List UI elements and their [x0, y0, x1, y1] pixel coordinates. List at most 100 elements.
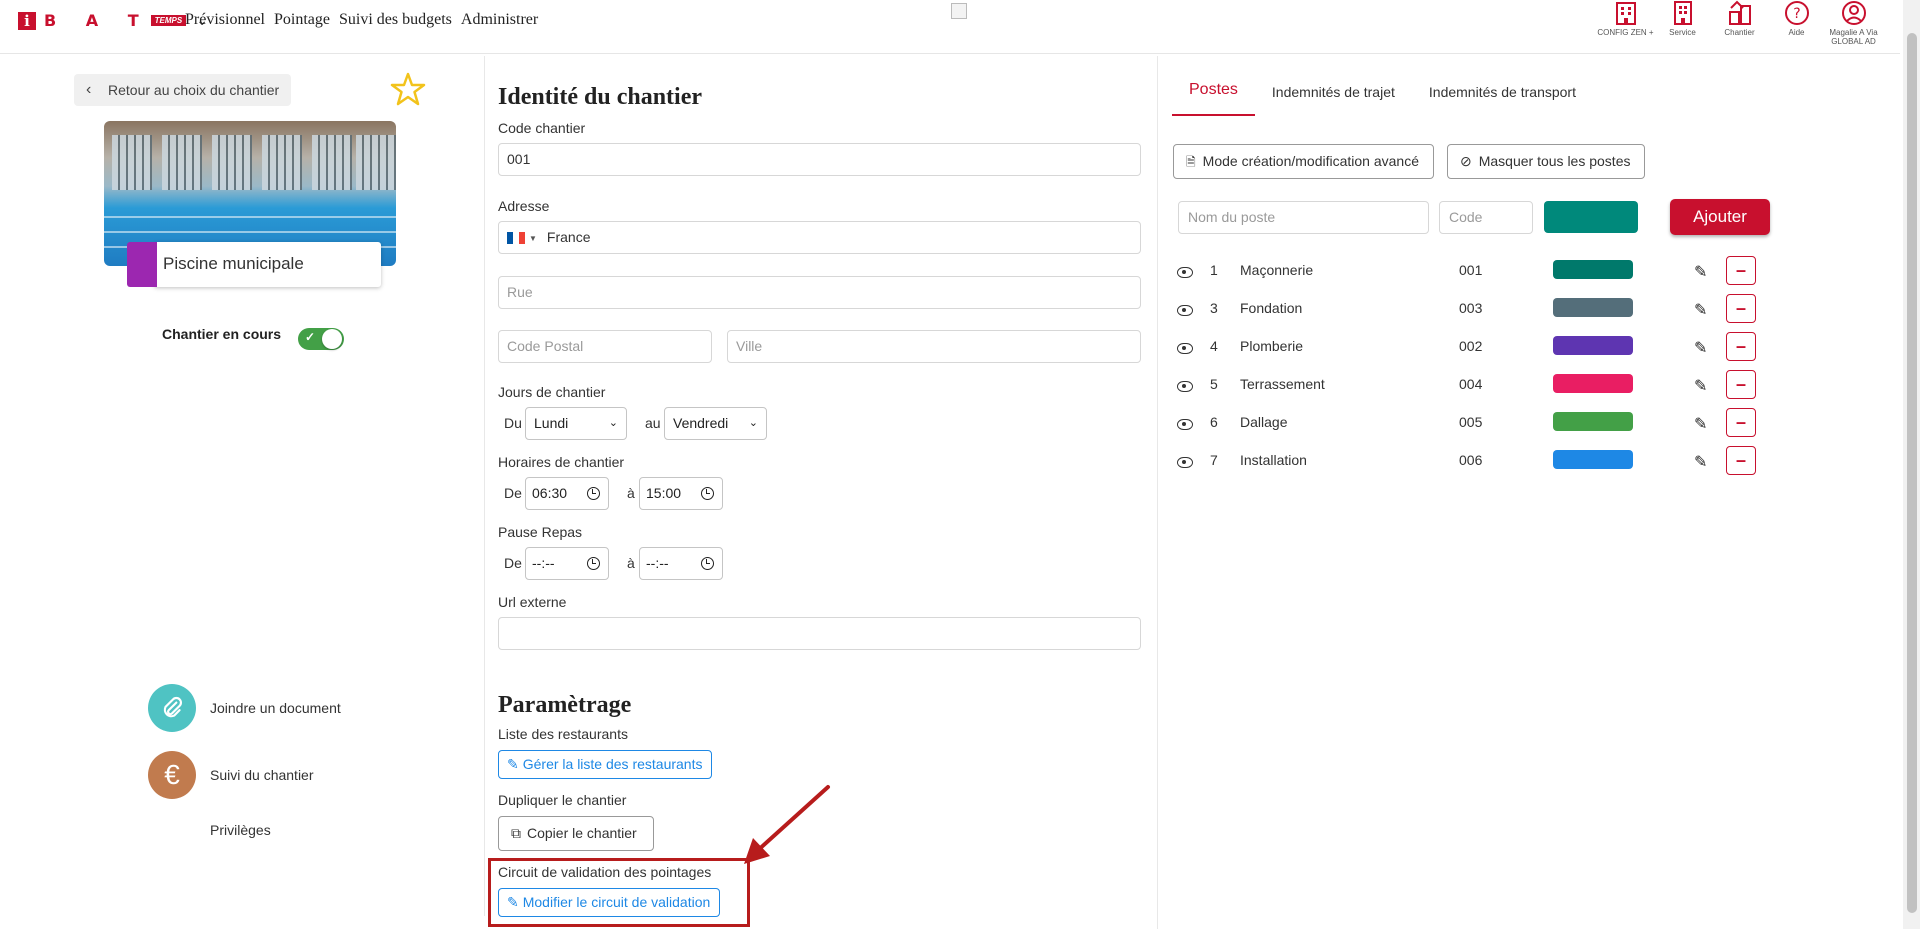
eye-icon[interactable]: [1177, 419, 1193, 430]
poste-color-swatch: [1553, 450, 1633, 469]
eye-icon[interactable]: [1177, 305, 1193, 316]
break-from-input[interactable]: --:--: [525, 547, 609, 580]
poste-number: 7: [1210, 452, 1218, 468]
street-input[interactable]: Rue: [498, 276, 1141, 309]
site-icon: [1728, 0, 1751, 25]
days-from-prefix: Du: [504, 415, 522, 431]
clock-icon[interactable]: [587, 487, 600, 500]
site-tracking-button[interactable]: € Suivi du chantier: [148, 751, 314, 799]
star-icon[interactable]: [390, 71, 426, 107]
delete-poste-button[interactable]: –: [1726, 294, 1756, 323]
zip-input[interactable]: Code Postal: [498, 330, 712, 363]
pencil-icon[interactable]: ✎: [1694, 338, 1707, 358]
pencil-icon[interactable]: ✎: [1694, 262, 1707, 282]
url-input[interactable]: [498, 617, 1141, 650]
copy-site-button[interactable]: ⧉ Copier le chantier: [498, 816, 654, 851]
break-to-input[interactable]: --:--: [639, 547, 723, 580]
privileges-link[interactable]: Privilèges: [210, 822, 271, 838]
delete-poste-button[interactable]: –: [1726, 408, 1756, 437]
scrollbar[interactable]: [1903, 0, 1920, 929]
hours-from-value: 06:30: [532, 485, 568, 501]
paperclip-icon: [148, 684, 196, 732]
logo-sub: TEMPS: [150, 15, 187, 26]
hide-all-postes-label: Masquer tous les postes: [1478, 153, 1631, 169]
delete-poste-button[interactable]: –: [1726, 332, 1756, 361]
service-button[interactable]: Service: [1654, 0, 1711, 46]
break-from-value: --:--: [532, 555, 555, 571]
site-summary-panel: ‹ Retour au choix du chantier Piscine mu…: [20, 56, 485, 916]
nav-previsionnel[interactable]: Prévisionnel: [185, 11, 265, 29]
poste-number: 3: [1210, 300, 1218, 316]
eye-icon[interactable]: [1177, 457, 1193, 468]
nav-pointage[interactable]: Pointage: [274, 11, 330, 29]
clock-icon[interactable]: [587, 557, 600, 570]
help-button[interactable]: ? Aide: [1768, 0, 1825, 46]
chantier-button[interactable]: Chantier: [1711, 0, 1768, 46]
poste-row: 7 Installation 006 ✎ –: [1158, 446, 1768, 484]
hide-all-postes-button[interactable]: ⊘ Masquer tous les postes: [1447, 144, 1646, 179]
main-nav: Prévisionnel Pointage Suivi des budgets …: [185, 11, 547, 29]
pencil-icon: ✎: [507, 756, 519, 772]
config-zen-label: CONFIG ZEN +: [1597, 28, 1654, 37]
hours-to-input[interactable]: 15:00: [639, 477, 723, 510]
eye-icon[interactable]: [1177, 381, 1193, 392]
delete-poste-button[interactable]: –: [1726, 446, 1756, 475]
hours-from-prefix: De: [504, 485, 522, 501]
back-to-sites-button[interactable]: ‹ Retour au choix du chantier: [74, 74, 292, 106]
poste-name: Fondation: [1240, 300, 1303, 316]
manage-restaurants-button[interactable]: ✎ Gérer la liste des restaurants: [498, 750, 713, 779]
config-zen-button[interactable]: CONFIG ZEN +: [1597, 0, 1654, 46]
days-to-select[interactable]: Vendredi ⌄: [664, 407, 767, 440]
poste-row: 1 Maçonnerie 001 ✎ –: [1158, 256, 1768, 294]
clock-icon[interactable]: [701, 487, 714, 500]
pencil-icon[interactable]: ✎: [1694, 300, 1707, 320]
delete-poste-button[interactable]: –: [1726, 256, 1756, 285]
attach-document-button[interactable]: Joindre un document: [148, 684, 341, 732]
tab-postes[interactable]: Postes: [1172, 81, 1255, 116]
user-menu-button[interactable]: Magalie A Via GLOBAL AD: [1825, 0, 1882, 46]
hours-from-input[interactable]: 06:30: [525, 477, 609, 510]
new-poste-code-input[interactable]: Code: [1439, 201, 1533, 234]
user-label: Magalie A Via GLOBAL AD: [1829, 28, 1878, 46]
svg-text:?: ?: [1793, 6, 1800, 22]
country-value: France: [546, 229, 591, 245]
settings-title: Paramètrage: [498, 692, 632, 718]
app-logo[interactable]: i B A T TEMPS ⌄: [18, 11, 208, 30]
hours-label: Horaires de chantier: [498, 454, 625, 470]
scrollbar-thumb[interactable]: [1907, 33, 1917, 913]
new-poste-color-picker[interactable]: [1544, 201, 1638, 233]
delete-poste-button[interactable]: –: [1726, 370, 1756, 399]
eye-icon[interactable]: [1177, 267, 1193, 278]
code-input[interactable]: 001: [498, 143, 1141, 176]
city-input[interactable]: Ville: [727, 330, 1141, 363]
poste-row: 6 Dallage 005 ✎ –: [1158, 408, 1768, 446]
poste-color-swatch: [1553, 412, 1633, 431]
nav-suivi-budgets[interactable]: Suivi des budgets: [339, 11, 452, 29]
poste-code: 002: [1459, 338, 1483, 354]
address-label: Adresse: [498, 198, 550, 214]
poste-name: Installation: [1240, 452, 1307, 468]
toggle-knob: [322, 329, 342, 349]
pencil-icon[interactable]: ✎: [1694, 376, 1707, 396]
clock-icon[interactable]: [701, 557, 714, 570]
advanced-mode-button[interactable]: 🗎 Mode création/modification avancé: [1173, 144, 1434, 179]
pencil-icon[interactable]: ✎: [1694, 452, 1707, 472]
poste-number: 4: [1210, 338, 1218, 354]
tab-indemnites-trajet[interactable]: Indemnités de trajet: [1255, 84, 1412, 116]
building-icon: [1615, 2, 1636, 25]
identity-title: Identité du chantier: [498, 84, 702, 110]
eye-icon[interactable]: [1177, 343, 1193, 354]
site-tracking-label: Suivi du chantier: [210, 767, 314, 783]
new-poste-name-input[interactable]: Nom du poste: [1178, 201, 1429, 234]
top-bar: i B A T TEMPS ⌄ Prévisionnel Pointage Su…: [0, 0, 1900, 54]
restaurants-label: Liste des restaurants: [498, 726, 628, 742]
tab-indemnites-transport[interactable]: Indemnités de transport: [1412, 84, 1593, 116]
poste-row: 5 Terrassement 004 ✎ –: [1158, 370, 1768, 408]
country-select[interactable]: ▼ France: [498, 221, 1141, 254]
add-poste-button[interactable]: Ajouter: [1670, 199, 1770, 235]
site-status-toggle[interactable]: ✓: [298, 328, 344, 350]
pencil-icon[interactable]: ✎: [1694, 414, 1707, 434]
days-from-select[interactable]: Lundi ⌄: [525, 407, 627, 440]
office-icon: [1673, 1, 1692, 25]
nav-administrer[interactable]: Administrer: [461, 11, 538, 29]
